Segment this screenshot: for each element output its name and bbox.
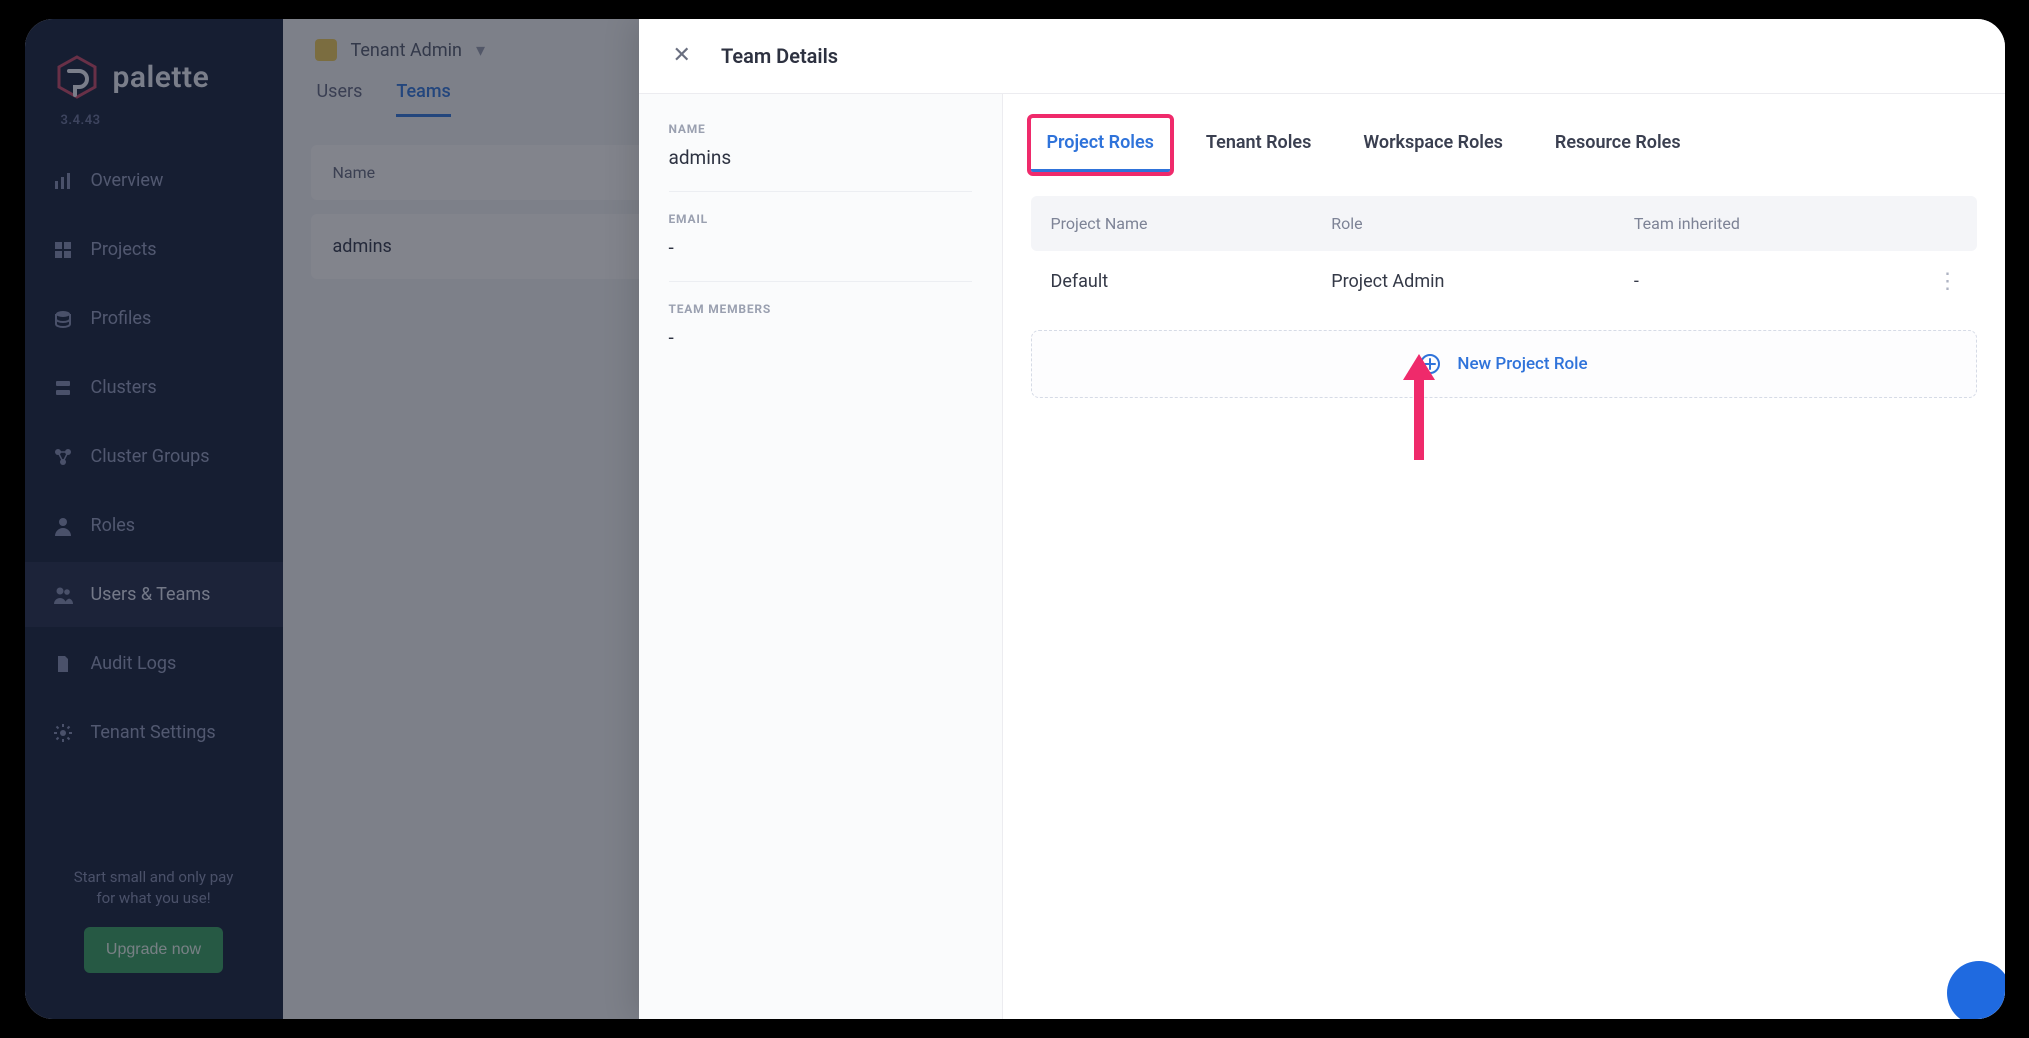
sidebar-item-tenant-settings[interactable]: Tenant Settings: [25, 700, 283, 765]
tab-project-roles[interactable]: Project Roles: [1031, 118, 1170, 172]
sidebar-item-label: Overview: [91, 170, 164, 191]
col-actions: [1917, 196, 1977, 251]
sidebar-nav: Overview Projects Profiles: [25, 148, 283, 765]
nodes-icon: [53, 447, 73, 467]
cell-inherited: -: [1614, 253, 1917, 310]
sidebar-item-profiles[interactable]: Profiles: [25, 286, 283, 351]
tab-teams[interactable]: Teams: [396, 81, 450, 117]
upgrade-button[interactable]: Upgrade now: [84, 927, 223, 973]
chevron-down-icon: ▾: [476, 40, 485, 61]
panel-roles-column: Project Roles Tenant Roles Workspace Rol…: [1003, 94, 2005, 1019]
sidebar-item-label: Projects: [91, 239, 157, 260]
new-project-role-label: New Project Role: [1457, 354, 1587, 374]
sidebar-item-label: Roles: [91, 515, 136, 536]
scope-selector[interactable]: Tenant Admin: [351, 40, 462, 61]
sidebar-item-overview[interactable]: Overview: [25, 148, 283, 213]
cell-project: Default: [1031, 253, 1312, 310]
stack-icon: [53, 309, 73, 329]
gear-icon: [53, 723, 73, 743]
people-icon: [53, 585, 73, 605]
cell-role: Project Admin: [1311, 253, 1614, 310]
sidebar-item-projects[interactable]: Projects: [25, 217, 283, 282]
sidebar-item-label: Audit Logs: [91, 653, 177, 674]
sidebar-item-roles[interactable]: Roles: [25, 493, 283, 558]
chart-icon: [53, 171, 73, 191]
sidebar-item-clusters[interactable]: Clusters: [25, 355, 283, 420]
app-version: 3.4.43: [25, 107, 283, 148]
project-roles-table: Project Name Role Team inherited Default…: [1031, 196, 1977, 312]
promo-line-2: for what you use!: [96, 889, 210, 907]
promo-text: Start small and only pay for what you us…: [49, 867, 259, 909]
name-label: NAME: [669, 122, 972, 136]
close-icon[interactable]: ✕: [669, 41, 695, 71]
name-value: admins: [669, 136, 972, 192]
tab-users[interactable]: Users: [317, 81, 363, 117]
email-value: -: [669, 226, 972, 282]
col-project-name: Project Name: [1031, 196, 1312, 251]
panel-title: Team Details: [721, 44, 838, 68]
sidebar-item-label: Clusters: [91, 377, 157, 398]
members-value: -: [669, 316, 972, 371]
role-tabs: Project Roles Tenant Roles Workspace Rol…: [1031, 118, 1977, 172]
sidebar-item-audit-logs[interactable]: Audit Logs: [25, 631, 283, 696]
promo-line-1: Start small and only pay: [74, 868, 234, 886]
col-role: Role: [1311, 196, 1614, 251]
members-label: TEAM MEMBERS: [669, 302, 972, 316]
kebab-menu-icon[interactable]: ⋮: [1937, 269, 1959, 294]
sidebar-item-cluster-groups[interactable]: Cluster Groups: [25, 424, 283, 489]
sidebar: palette 3.4.43 Overview Projects: [25, 19, 283, 1019]
col-inherited: Team inherited: [1614, 196, 1917, 251]
plus-circle-icon: [1419, 353, 1441, 375]
help-chat-button[interactable]: [1947, 961, 2005, 1019]
sidebar-item-label: Cluster Groups: [91, 446, 210, 467]
sidebar-item-users-teams[interactable]: Users & Teams: [25, 562, 283, 627]
grid-icon: [53, 240, 73, 260]
panel-header: ✕ Team Details: [639, 19, 2005, 94]
app-window: palette 3.4.43 Overview Projects: [25, 19, 2005, 1019]
sidebar-footer: Start small and only pay for what you us…: [25, 867, 283, 999]
panel-info-column: NAME admins EMAIL - TEAM MEMBERS -: [639, 94, 1003, 1019]
sidebar-item-label: Tenant Settings: [91, 722, 216, 743]
person-icon: [53, 516, 73, 536]
sidebar-item-label: Profiles: [91, 308, 152, 329]
scope-badge-icon: [315, 39, 337, 61]
table-row: Default Project Admin - ⋮: [1031, 251, 1977, 312]
document-icon: [53, 654, 73, 674]
tab-tenant-roles[interactable]: Tenant Roles: [1190, 118, 1327, 172]
logo-icon: [55, 55, 99, 99]
new-project-role-button[interactable]: New Project Role: [1031, 330, 1977, 398]
sidebar-item-label: Users & Teams: [91, 584, 211, 605]
logo-text: palette: [113, 60, 210, 95]
logo: palette: [25, 37, 283, 107]
tab-resource-roles[interactable]: Resource Roles: [1539, 118, 1697, 172]
email-label: EMAIL: [669, 212, 972, 226]
table-header: Project Name Role Team inherited: [1031, 196, 1977, 251]
team-details-panel: ✕ Team Details NAME admins EMAIL - TEAM …: [639, 19, 2005, 1019]
cluster-icon: [53, 378, 73, 398]
tab-workspace-roles[interactable]: Workspace Roles: [1347, 118, 1519, 172]
